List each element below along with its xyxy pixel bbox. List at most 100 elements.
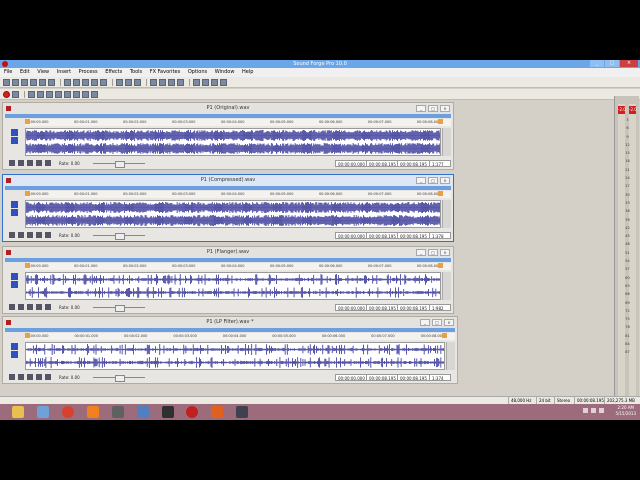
channel-2-button[interactable]	[11, 351, 18, 358]
time-ruler[interactable]: 00:00:00.000 00:00:01.000 00:00:02.000 00:0…	[25, 191, 451, 198]
channel-1-button[interactable]	[11, 129, 18, 136]
selection-end-marker[interactable]	[438, 263, 443, 268]
channel-2-button[interactable]	[11, 281, 18, 288]
menu-options[interactable]: Options	[188, 69, 207, 75]
waveform-display[interactable]	[25, 272, 441, 300]
time-ruler[interactable]: 00:00:00.000 00:00:01.000 00:00:02.000 00:0…	[25, 263, 451, 270]
copy-icon[interactable]	[73, 78, 80, 86]
editor-icon[interactable]	[137, 406, 149, 418]
play-icon[interactable]	[37, 90, 44, 98]
forward-icon[interactable]	[82, 90, 89, 98]
vertical-scrollbar[interactable]	[442, 128, 451, 156]
doc-go-end-icon[interactable]	[45, 160, 51, 166]
selection-start-marker[interactable]	[25, 263, 30, 268]
time-ruler[interactable]: 00:00:00.000 00:00:01.000 00:00:02.000 00:0…	[25, 333, 455, 340]
doc-play-all-icon[interactable]	[36, 160, 42, 166]
flag-icon[interactable]	[599, 408, 604, 413]
overview-bar[interactable]	[5, 114, 451, 118]
channel-2-button[interactable]	[11, 137, 18, 144]
doc-go-start-icon[interactable]	[9, 374, 15, 380]
redo-icon[interactable]	[125, 78, 132, 86]
overview-bar[interactable]	[5, 328, 455, 332]
taskbar-clock[interactable]: 2:20 AM 5/15/2013	[615, 405, 636, 417]
document-window[interactable]: P1 (Compressed).wav _ □ × 00:00:00.000 00…	[2, 174, 454, 242]
title-bar[interactable]: Sound Forge Pro 10.0 _ □ ×	[0, 60, 640, 68]
cursor-position-field[interactable]: 00:00:00.000	[335, 160, 368, 167]
menu-help[interactable]: Help	[242, 69, 253, 75]
cursor-position-field[interactable]: 00:00:00.000	[335, 304, 368, 311]
document-title-bar[interactable]: P1 (LP Filter).wav * _ □ ×	[3, 317, 457, 328]
vlc-icon[interactable]	[87, 406, 99, 418]
time-ruler[interactable]: 00:00:00.000 00:00:01.000 00:00:02.000 00:0…	[25, 119, 451, 126]
menu-fx-favorites[interactable]: FX Favorites	[150, 69, 180, 75]
channel-2-button[interactable]	[11, 209, 18, 216]
overview-bar[interactable]	[5, 258, 451, 262]
zoom-ratio-field[interactable]: 1:374	[429, 374, 451, 381]
menu-window[interactable]: Window	[215, 69, 235, 75]
tools-icon[interactable]	[236, 406, 248, 418]
selection-start-marker[interactable]	[25, 333, 30, 338]
zoom-ratio-field[interactable]: 1:982	[429, 304, 451, 311]
channel-1-button[interactable]	[11, 343, 18, 350]
overview-bar[interactable]	[5, 186, 451, 190]
waveform-display[interactable]	[25, 128, 441, 156]
snap-icon[interactable]	[193, 78, 200, 86]
doc-close-button[interactable]: ×	[444, 319, 454, 326]
repeat-icon[interactable]	[134, 78, 141, 86]
doc-minimize-button[interactable]: _	[416, 249, 426, 256]
waveform-display[interactable]	[25, 200, 441, 228]
edit-tool-icon[interactable]	[150, 78, 157, 86]
cursor-position-field[interactable]: 00:00:00.000	[335, 374, 368, 381]
record-icon[interactable]	[3, 90, 10, 98]
rate-slider[interactable]	[93, 161, 145, 168]
zoom-ratio-field[interactable]: 1:177	[429, 160, 451, 167]
vertical-scrollbar[interactable]	[442, 200, 451, 228]
new-icon[interactable]	[3, 78, 10, 86]
selection-end-field[interactable]: 00:00:08.195	[366, 160, 399, 167]
doc-minimize-button[interactable]: _	[416, 105, 426, 112]
selection-end-marker[interactable]	[442, 333, 447, 338]
meter-clip-right[interactable]: -2.0	[629, 106, 637, 114]
doc-maximize-button[interactable]: □	[428, 249, 438, 256]
pause-icon[interactable]	[46, 90, 53, 98]
open-icon[interactable]	[12, 78, 19, 86]
doc-play-all-icon[interactable]	[36, 374, 42, 380]
doc-play-icon[interactable]	[27, 304, 33, 310]
selection-end-field[interactable]: 00:00:08.195	[366, 304, 399, 311]
print-icon[interactable]	[48, 78, 55, 86]
selection-length-field[interactable]: 00:00:08.195	[397, 374, 430, 381]
cursor-position-field[interactable]: 00:00:00.000	[335, 232, 368, 239]
doc-play-icon[interactable]	[27, 232, 33, 238]
menu-tools[interactable]: Tools	[130, 69, 142, 75]
doc-go-start-icon[interactable]	[9, 304, 15, 310]
event-tool-icon[interactable]	[177, 78, 184, 86]
sound-forge-icon[interactable]	[2, 61, 8, 67]
doc-close-button[interactable]: ×	[440, 177, 450, 184]
doc-play-icon[interactable]	[27, 160, 33, 166]
mix-icon[interactable]	[91, 78, 98, 86]
stop-icon[interactable]	[55, 90, 62, 98]
media-icon[interactable]	[211, 406, 223, 418]
document-window[interactable]: P1 (Original).wav _ □ × 00:00:00.000 00:0…	[2, 102, 454, 170]
save-as-icon[interactable]	[30, 78, 37, 86]
doc-maximize-button[interactable]: □	[428, 177, 438, 184]
doc-play-all-icon[interactable]	[36, 304, 42, 310]
doc-go-end-icon[interactable]	[45, 304, 51, 310]
doc-go-start-icon[interactable]	[9, 232, 15, 238]
grid-icon[interactable]	[202, 78, 209, 86]
document-title-bar[interactable]: P1 (Compressed).wav _ □ ×	[3, 175, 453, 186]
chrome-icon[interactable]	[62, 406, 74, 418]
doc-go-end-icon[interactable]	[45, 232, 51, 238]
save-icon[interactable]	[21, 78, 28, 86]
computer-icon[interactable]	[37, 406, 49, 418]
rewind-icon[interactable]	[73, 90, 80, 98]
doc-minimize-button[interactable]: _	[416, 177, 426, 184]
document-title-bar[interactable]: P1 (Original).wav _ □ ×	[3, 103, 453, 114]
maximize-button[interactable]: □	[605, 60, 619, 67]
selection-length-field[interactable]: 00:00:08.195	[397, 304, 430, 311]
doc-maximize-button[interactable]: □	[428, 105, 438, 112]
trim-icon[interactable]	[100, 78, 107, 86]
doc-stop-icon[interactable]	[18, 374, 24, 380]
doc-close-button[interactable]: ×	[440, 249, 450, 256]
doc-minimize-button[interactable]: _	[420, 319, 430, 326]
